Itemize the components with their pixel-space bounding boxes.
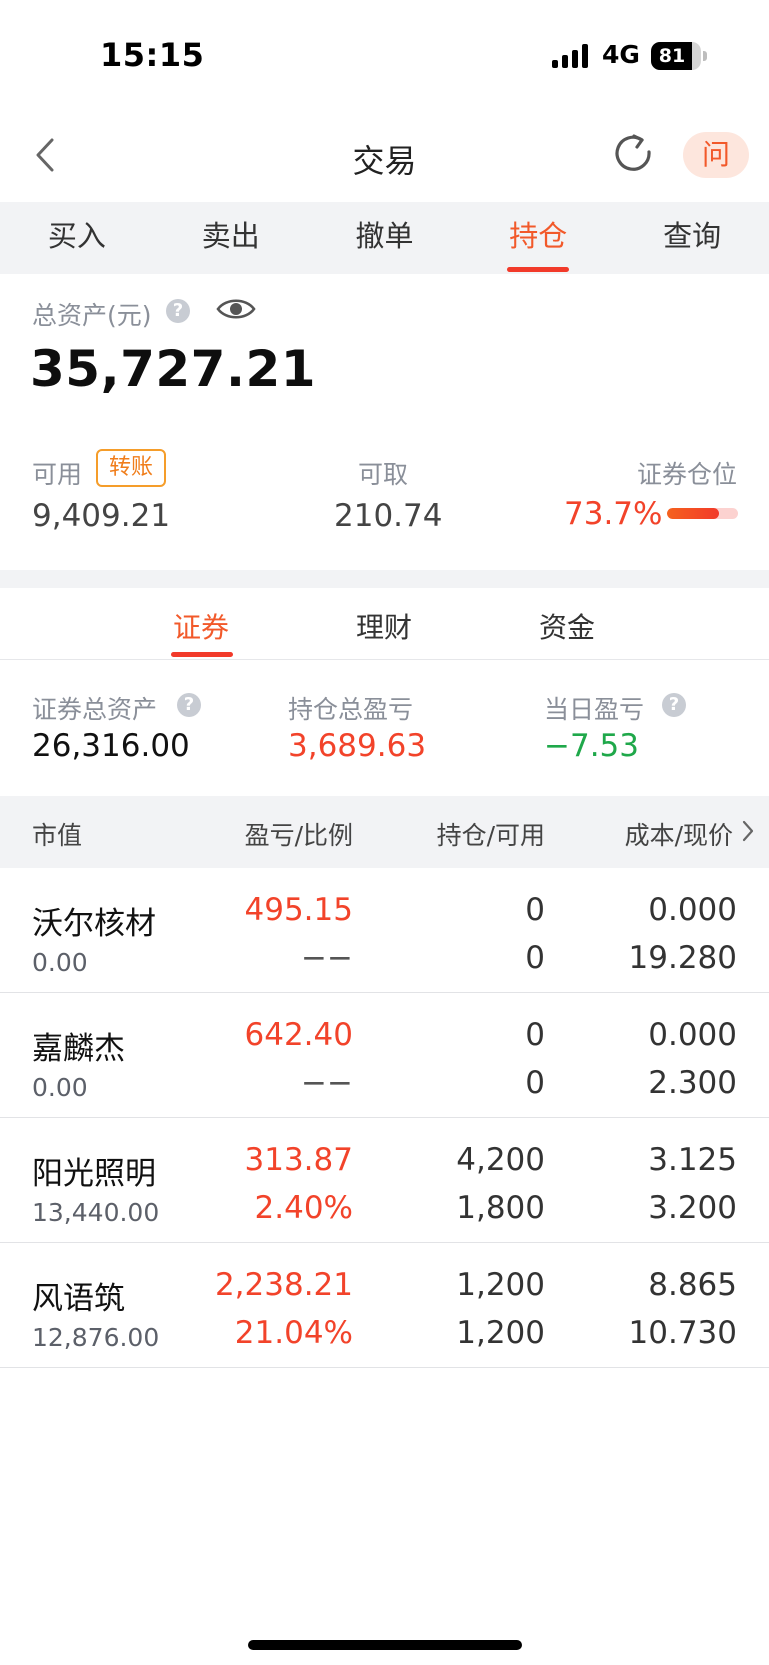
holding-row[interactable]: 风语筑 12,876.00 2,238.21 21.04% 1,200 1,20… — [0, 1243, 769, 1368]
available-qty: 1,200 — [456, 1315, 545, 1351]
holding-row[interactable]: 阳光照明 13,440.00 313.87 2.40% 4,200 1,800 … — [0, 1118, 769, 1243]
stock-name: 阳光照明 — [32, 1156, 156, 1192]
tab-query[interactable]: 查询 — [615, 202, 769, 274]
col-position-available: 持仓/可用 — [436, 821, 545, 850]
holding-row[interactable]: 嘉麟杰 0.00 642.40 −− 0 0 0.000 2.300 — [0, 993, 769, 1118]
available-qty: 1,800 — [456, 1190, 545, 1226]
securities-total-label: 证券总资产 — [32, 695, 158, 724]
available-qty: 0 — [525, 1065, 545, 1101]
profit-loss: 495.15 — [244, 892, 353, 928]
total-assets-label: 总资产(元) — [32, 301, 152, 330]
cost-price: 3.125 — [648, 1142, 737, 1178]
stock-name: 风语筑 — [32, 1281, 125, 1317]
tab-cancel-order[interactable]: 撤单 — [308, 202, 462, 274]
available-label: 可用 — [32, 460, 83, 489]
eye-icon[interactable] — [216, 295, 256, 323]
profit-loss: 642.40 — [244, 1017, 353, 1053]
position-qty: 1,200 — [456, 1267, 545, 1303]
stock-name: 嘉麟杰 — [32, 1031, 125, 1067]
help-icon[interactable]: ? — [662, 693, 686, 717]
holding-row[interactable]: 沃尔核材 0.00 495.15 −− 0 0 0.000 19.280 — [0, 868, 769, 993]
position-qty: 4,200 — [456, 1142, 545, 1178]
holdings-table-header: 市值 盈亏/比例 持仓/可用 成本/现价 — [0, 796, 769, 868]
asset-type-tabs: 证券 理财 资金 — [0, 588, 769, 660]
current-price: 19.280 — [628, 940, 737, 976]
market-value: 12,876.00 — [32, 1323, 160, 1352]
tab-positions[interactable]: 持仓 — [461, 202, 615, 274]
ask-button[interactable]: 问 — [683, 132, 749, 178]
current-price: 10.730 — [628, 1315, 737, 1351]
tab-securities[interactable]: 证券 — [173, 606, 229, 646]
position-qty: 0 — [525, 1017, 545, 1053]
status-bar: 15:15 4G 81 — [0, 0, 769, 110]
cost-price: 8.865 — [648, 1267, 737, 1303]
profit-ratio: −− — [301, 1065, 353, 1101]
col-market-value: 市值 — [32, 821, 83, 850]
status-time: 15:15 — [100, 36, 205, 74]
withdrawable-label: 可取 — [358, 460, 409, 489]
profit-ratio: −− — [301, 940, 353, 976]
chevron-right-icon[interactable] — [740, 818, 756, 844]
home-indicator[interactable] — [248, 1640, 522, 1650]
holding-pl-value: 3,689.63 — [288, 728, 427, 764]
position-ratio-fill — [667, 508, 720, 519]
battery-cap — [703, 51, 707, 61]
col-cost-price[interactable]: 成本/现价 — [625, 816, 733, 852]
daily-pl-label: 当日盈亏 — [544, 695, 645, 724]
position-ratio-value: 73.7% — [564, 496, 663, 532]
tab-buy[interactable]: 买入 — [0, 202, 154, 274]
total-assets-value: 35,727.21 — [30, 340, 317, 398]
help-icon[interactable]: ? — [166, 299, 190, 323]
tab-funds[interactable]: 资金 — [539, 606, 595, 646]
refresh-icon — [615, 134, 651, 171]
tab-sell[interactable]: 卖出 — [154, 202, 308, 274]
market-value: 13,440.00 — [32, 1198, 160, 1227]
help-icon[interactable]: ? — [177, 693, 201, 717]
signal-icon — [552, 44, 588, 68]
network-type: 4G — [602, 40, 640, 69]
cost-price: 0.000 — [648, 892, 737, 928]
profit-ratio: 21.04% — [234, 1315, 353, 1351]
tab-wealth[interactable]: 理财 — [356, 606, 412, 646]
position-ratio-bar — [667, 508, 738, 519]
section-divider — [0, 570, 769, 588]
holding-pl-label: 持仓总盈亏 — [288, 695, 414, 724]
available-qty: 0 — [525, 940, 545, 976]
withdrawable-value: 210.74 — [334, 498, 443, 534]
nav-bar: 交易 问 — [0, 110, 769, 202]
battery-level: 81 — [658, 45, 686, 67]
market-value: 0.00 — [32, 948, 88, 977]
cost-price: 0.000 — [648, 1017, 737, 1053]
battery-icon: 81 — [651, 42, 701, 70]
position-ratio-label: 证券仓位 — [636, 460, 737, 489]
profit-ratio: 2.40% — [254, 1190, 353, 1226]
profit-loss: 313.87 — [244, 1142, 353, 1178]
transfer-button[interactable]: 转账 — [96, 449, 166, 487]
profit-loss: 2,238.21 — [214, 1267, 353, 1303]
available-value: 9,409.21 — [32, 498, 171, 534]
current-price: 3.200 — [648, 1190, 737, 1226]
active-tab-indicator — [171, 652, 233, 657]
trade-tabs: 买入 卖出 撤单 持仓 查询 — [0, 202, 769, 274]
stock-name: 沃尔核材 — [32, 906, 156, 942]
refresh-button[interactable] — [612, 130, 656, 178]
current-price: 2.300 — [648, 1065, 737, 1101]
market-value: 0.00 — [32, 1073, 88, 1102]
securities-total-value: 26,316.00 — [32, 728, 190, 764]
daily-pl-value: −7.53 — [544, 728, 639, 764]
position-qty: 0 — [525, 892, 545, 928]
col-pl-ratio: 盈亏/比例 — [244, 821, 353, 850]
